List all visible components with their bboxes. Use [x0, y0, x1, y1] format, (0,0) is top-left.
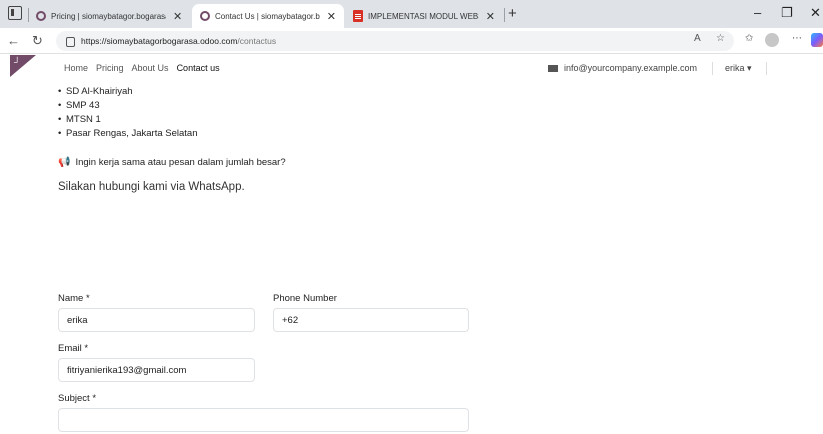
menu-item-contact-us[interactable]: Contact us [177, 63, 220, 73]
refresh-icon[interactable]: ↻ [32, 33, 43, 49]
more-menu-icon[interactable]: ⋯ [792, 33, 802, 44]
url-path: /contactus [237, 36, 277, 46]
close-icon[interactable]: ✕ [327, 10, 336, 23]
copilot-icon[interactable] [811, 33, 823, 47]
read-aloud-icon[interactable]: A [694, 33, 701, 44]
header-email-link[interactable]: info@yourcompany.example.com [548, 63, 697, 73]
new-tab-icon[interactable]: + [508, 5, 517, 22]
close-icon[interactable]: ✕ [486, 10, 495, 23]
main-menu: Home Pricing About Us Contact us [64, 63, 220, 73]
promo-text: Ingin kerja sama atau pesan dalam jumlah… [75, 157, 286, 168]
odoo-icon [200, 11, 210, 21]
menu-item-about-us[interactable]: About Us [132, 63, 169, 73]
back-icon[interactable]: ← [7, 33, 20, 48]
browser-tab-pdf[interactable]: IMPLEMENTASI MODUL WEBSITE ✕ [345, 4, 503, 28]
logo-glyph-icon: ┘ [14, 57, 21, 67]
browser-tab-contact[interactable]: Contact Us | siomaybatagor.boga ✕ [192, 4, 344, 28]
favorites-icon[interactable]: ✩ [745, 33, 753, 44]
menu-item-pricing[interactable]: Pricing [96, 63, 124, 73]
close-icon[interactable]: ✕ [173, 10, 182, 23]
user-name: erika [725, 63, 745, 73]
envelope-icon [548, 64, 558, 72]
restore-icon[interactable]: ❐ [781, 5, 793, 21]
minimize-icon[interactable]: – [754, 5, 761, 20]
subject-field[interactable] [58, 408, 469, 432]
browser-tab-pricing[interactable]: Pricing | siomaybatagor.bogarasa ✕ [28, 4, 191, 28]
location-list: SD Al-Khairiyah SMP 43 MTSN 1 Pasar Reng… [58, 85, 198, 141]
tab-title: Contact Us | siomaybatagor.boga [215, 11, 320, 21]
close-window-icon[interactable]: ✕ [810, 5, 821, 21]
list-item: SMP 43 [58, 99, 198, 113]
pdf-icon [353, 10, 363, 22]
email-field[interactable]: fitriyanierika193@gmail.com [58, 358, 255, 382]
divider [766, 62, 767, 75]
list-item: Pasar Rengas, Jakarta Selatan [58, 127, 197, 141]
favorite-star-icon[interactable]: ☆ [716, 33, 725, 44]
divider [712, 62, 713, 75]
phone-label: Phone Number [273, 293, 337, 304]
list-item: SD Al-Khairiyah [58, 85, 198, 99]
bulk-order-note: 📢 Ingin kerja sama atau pesan dalam juml… [58, 157, 286, 168]
tab-divider [28, 8, 29, 22]
subject-label: Subject * [58, 393, 97, 404]
tab-title: IMPLEMENTASI MODUL WEBSITE [368, 11, 479, 21]
tab-title: Pricing | siomaybatagor.bogarasa [51, 11, 166, 21]
list-item: MTSN 1 [58, 113, 198, 127]
browser-tab-strip: Pricing | siomaybatagor.bogarasa ✕ Conta… [0, 0, 823, 28]
website-header: ┘ Home Pricing About Us Contact us info@… [0, 55, 823, 83]
header-email: info@yourcompany.example.com [564, 63, 698, 73]
caret-down-icon: ▾ [747, 63, 752, 73]
lock-icon [66, 37, 75, 47]
user-menu[interactable]: erika ▾ [725, 63, 752, 74]
address-bar[interactable]: https://siomaybatagorbogarasa.odoo.com /… [56, 31, 734, 51]
name-label: Name * [58, 293, 90, 304]
browser-toolbar: ← ↻ https://siomaybatagorbogarasa.odoo.c… [0, 28, 823, 54]
email-label: Email * [58, 343, 89, 354]
tab-actions-icon[interactable] [8, 6, 22, 20]
megaphone-icon: 📢 [58, 157, 71, 168]
profile-avatar[interactable] [765, 33, 779, 47]
url-host: https://siomaybatagorbogarasa.odoo.com [81, 36, 238, 46]
phone-field[interactable]: +62 [273, 308, 469, 332]
name-field[interactable]: erika [58, 308, 255, 332]
whatsapp-text: Silakan hubungi kami via WhatsApp. [58, 181, 245, 193]
menu-item-home[interactable]: Home [64, 63, 88, 73]
tab-divider [504, 8, 505, 22]
odoo-icon [36, 11, 46, 21]
